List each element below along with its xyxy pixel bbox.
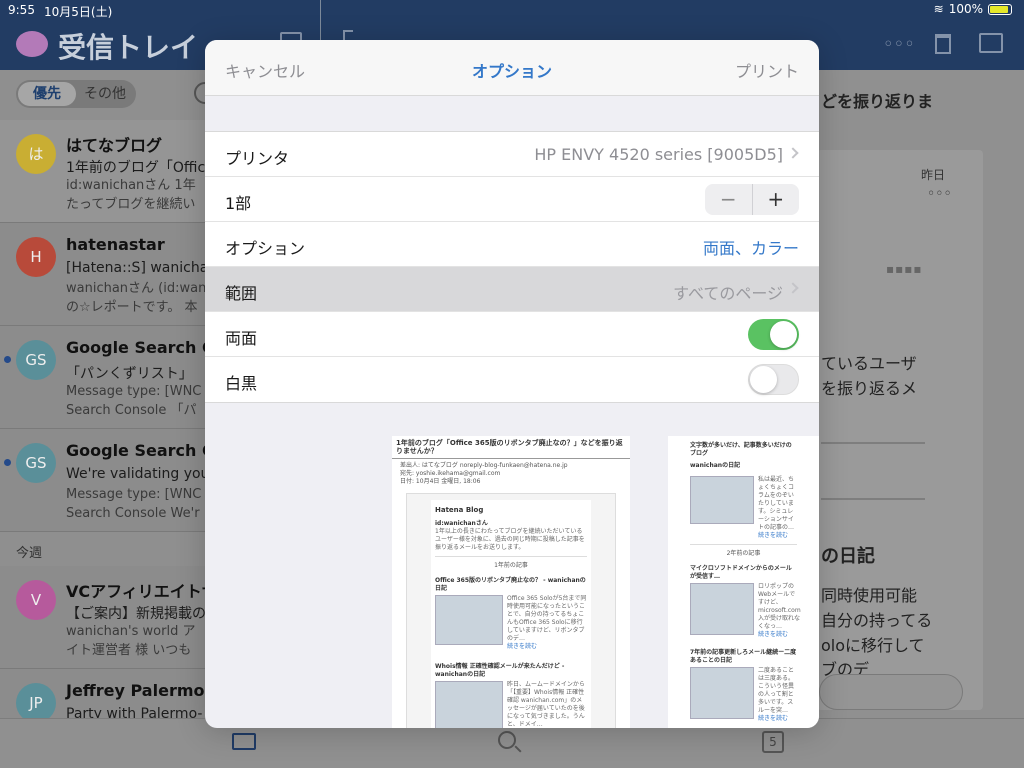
mail-sender: VCアフィリエイトサ bbox=[66, 582, 218, 601]
printer-label: プリンタ bbox=[225, 149, 290, 168]
article-thumbnail bbox=[690, 667, 754, 719]
more-icon[interactable]: ◦◦◦ bbox=[883, 34, 915, 55]
mail-tab-icon[interactable] bbox=[232, 733, 256, 750]
unread-indicator bbox=[4, 356, 11, 363]
status-date: 10月5日(土) bbox=[44, 5, 113, 19]
tab-other[interactable]: その他 bbox=[76, 82, 134, 106]
chevron-right-icon bbox=[787, 147, 799, 159]
article-thumbnail bbox=[690, 583, 754, 635]
range-row[interactable]: 範囲 すべてのページ bbox=[205, 267, 819, 312]
mail-subject: 1年前のブログ「Offic bbox=[66, 160, 206, 176]
reading-subject: どを振り返りま bbox=[821, 92, 934, 111]
printer-row[interactable]: プリンタ HP ENVY 4520 series [9005D5] bbox=[205, 132, 819, 177]
mail-sender: Google Search Co bbox=[66, 338, 225, 357]
hatena-blog-logo: Hatena Blog bbox=[435, 506, 484, 514]
preview2-body: 文字数が多いだけ、記事数多いだけのブログ wanichanの日記 私は最近、ちょ… bbox=[690, 442, 801, 722]
article-thumbnail bbox=[435, 595, 503, 645]
decrement-button[interactable]: − bbox=[705, 184, 753, 215]
reading-text: 同時使用可能 bbox=[821, 586, 918, 605]
preview-article-title: Whois情報 正確性確認メールが来たんだけど - wanichanの日記 bbox=[435, 663, 565, 678]
print-options-dialog: キャンセル オプション プリント プリンタ HP ENVY 4520 serie… bbox=[205, 40, 819, 728]
reading-text: ているユーザ bbox=[821, 354, 917, 373]
options-row[interactable]: オプション 両面、カラー bbox=[205, 222, 819, 267]
copies-label: 1部 bbox=[225, 194, 252, 213]
preview-subject: 1年前のブログ「Office 365版のリボンタブ廃止なの？」などを振り返りませ… bbox=[392, 436, 630, 459]
mail-sender: Google Search Co bbox=[66, 441, 225, 460]
mail-sender: Jeffrey Palermo bbox=[66, 681, 205, 700]
print-button[interactable]: プリント bbox=[735, 58, 799, 82]
status-right: ≋ 100% bbox=[934, 2, 1012, 16]
range-value: すべてのページ bbox=[673, 284, 783, 303]
archive-icon[interactable] bbox=[979, 33, 1003, 53]
message-more-icon[interactable]: ◦◦◦ bbox=[927, 186, 952, 202]
reading-heading: の日記 bbox=[821, 546, 875, 567]
page-preview-2[interactable]: 文字数が多いだけ、記事数多いだけのブログ wanichanの日記 私は最近、ちょ… bbox=[668, 436, 819, 728]
mail-subject: [Hatena::S] wanichan bbox=[66, 260, 218, 276]
status-time: 9:55 bbox=[8, 3, 35, 17]
battery-icon bbox=[988, 3, 1012, 15]
unread-indicator bbox=[4, 459, 11, 466]
copies-row: 1部 − + bbox=[205, 177, 819, 222]
divider bbox=[821, 498, 925, 500]
sender-avatar: H bbox=[16, 237, 56, 277]
black-white-toggle[interactable] bbox=[748, 364, 799, 395]
options-value: 両面、カラー bbox=[702, 239, 799, 258]
article-thumbnail bbox=[435, 681, 503, 728]
mail-sender: はてなブログ bbox=[66, 136, 163, 155]
trash-icon[interactable] bbox=[935, 34, 951, 54]
reading-text: 自分の持ってる bbox=[821, 611, 933, 630]
status-bar: 9:55 10月5日(土) ≋ 100% bbox=[0, 0, 1024, 20]
calendar-tab-icon[interactable]: 5 bbox=[762, 731, 784, 753]
preview-article-title: Office 365版のリボンタブ廃止なの？ - wanichanの日記 bbox=[435, 577, 586, 592]
article-thumbnail bbox=[690, 476, 754, 524]
increment-button[interactable]: + bbox=[753, 184, 800, 215]
mail-subject: 「パンくずリスト」 bbox=[66, 366, 193, 382]
duplex-label: 両面 bbox=[225, 329, 258, 348]
sender-avatar: JP bbox=[16, 683, 56, 723]
preview-intro: 1年以上の長きにわたってブログを継続いただいているユーザー様を対象に、過去の同じ… bbox=[435, 528, 585, 551]
wifi-icon: ≋ bbox=[933, 2, 944, 16]
copies-stepper: − + bbox=[705, 184, 799, 215]
preview-article: Office 365 Soloが5台まで同時使用可能になったということで、自分の… bbox=[435, 595, 587, 651]
chevron-right-icon bbox=[787, 282, 799, 294]
duplex-toggle[interactable] bbox=[748, 319, 799, 350]
reply-input[interactable] bbox=[819, 674, 963, 710]
reading-text: を振り返るメ bbox=[821, 379, 918, 398]
print-settings-list: プリンタ HP ENVY 4520 series [9005D5] 1部 − +… bbox=[205, 131, 819, 403]
preview-article: 昨日、ムームードメインから「【重要】Whois情報 正確性確認 wanichan… bbox=[435, 681, 587, 728]
hatena-logo-icon: ▪▪▪▪ bbox=[886, 262, 923, 276]
sender-avatar: は bbox=[16, 134, 56, 174]
preview-section: 1年前の記事 bbox=[435, 556, 587, 575]
message-date: 昨日 bbox=[921, 168, 946, 182]
page-preview-1[interactable]: 1年前のブログ「Office 365版のリボンタブ廃止なの？」などを振り返りませ… bbox=[392, 436, 630, 728]
preview-user: id:wanichanさん bbox=[435, 520, 488, 527]
expand-icon[interactable] bbox=[343, 30, 353, 40]
dialog-title: オプション bbox=[471, 62, 552, 81]
account-avatar[interactable] bbox=[16, 31, 48, 57]
range-label: 範囲 bbox=[225, 284, 258, 303]
inbox-title: 受信トレイ bbox=[58, 31, 199, 64]
tab-focused[interactable]: 優先 bbox=[18, 82, 76, 106]
search-tab-icon[interactable] bbox=[498, 731, 516, 749]
sender-avatar: V bbox=[16, 580, 56, 620]
duplex-row: 両面 bbox=[205, 312, 819, 357]
mail-sender: hatenastar bbox=[66, 235, 165, 254]
black-white-label: 白黒 bbox=[225, 374, 258, 393]
dialog-nav-bar: キャンセル オプション プリント bbox=[205, 40, 819, 96]
black-white-row: 白黒 bbox=[205, 357, 819, 402]
mail-subject: 【ご案内】新規掲載の bbox=[66, 606, 206, 622]
focus-segmented-control: 優先 その他 bbox=[16, 80, 136, 108]
divider bbox=[821, 442, 925, 444]
mail-subject: We're validating your bbox=[66, 466, 216, 482]
sender-avatar: GS bbox=[16, 443, 56, 483]
sender-avatar: GS bbox=[16, 340, 56, 380]
preview-meta: 差出人: はてなブログ noreply-blog-funkaen@hatena.… bbox=[400, 462, 568, 485]
options-label: オプション bbox=[225, 239, 306, 258]
preview-body: Hatena Blog id:wanichanさん 1年以上の長きにわたってブロ… bbox=[406, 493, 616, 728]
printer-value: HP ENVY 4520 series [9005D5] bbox=[534, 145, 783, 164]
battery-percent: 100% bbox=[948, 2, 983, 16]
reading-text: oloに移行して bbox=[821, 636, 925, 655]
